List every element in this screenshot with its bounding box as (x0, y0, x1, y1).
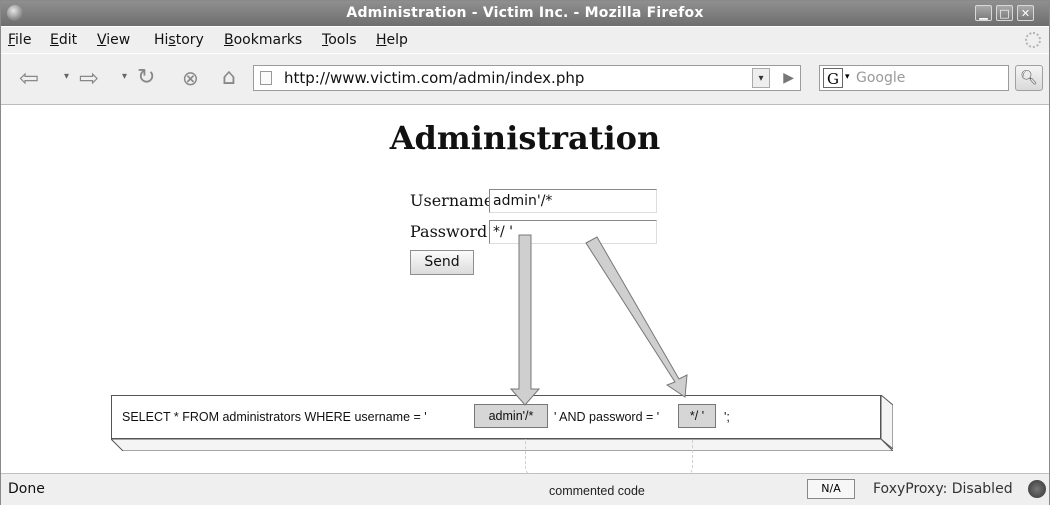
url-text: http://www.victim.com/admin/index.php (284, 69, 585, 87)
password-field[interactable]: */ ' (489, 220, 657, 244)
back-history-dropdown-icon[interactable]: ▾ (64, 71, 69, 82)
go-icon[interactable]: ▶ (783, 70, 794, 86)
browser-window: Administration - Victim Inc. - Mozilla F… (0, 0, 1050, 505)
menu-file[interactable]: File (8, 32, 31, 48)
na-indicator[interactable]: N/A (807, 479, 855, 499)
search-icon[interactable]: 🔍︎ (1015, 65, 1043, 91)
navigation-toolbar: ⇦ ▾ ⇨ ▾ ↻ ⊗ ⌂ http://www.victim.com/admi… (1, 54, 1049, 105)
menu-view[interactable]: View (97, 32, 130, 48)
commented-code-bracket (525, 439, 693, 477)
sql-suffix: '; (724, 410, 730, 424)
maximize-icon[interactable]: □ (996, 5, 1013, 21)
page-icon (260, 71, 272, 85)
page-title: Administration (389, 119, 661, 157)
sql-prefix: SELECT * FROM administrators WHERE usern… (122, 410, 427, 424)
foxyproxy-icon[interactable] (1028, 480, 1046, 498)
reload-icon[interactable]: ↻ (137, 66, 155, 90)
stop-icon[interactable]: ⊗ (182, 66, 199, 90)
username-field[interactable]: admin'/* (489, 189, 657, 213)
search-engine-icon[interactable]: G (823, 68, 843, 88)
menu-bar: File Edit View History Bookmarks Tools H… (1, 27, 1049, 53)
page-content: Administration Username admin'/* Passwor… (1, 105, 1049, 477)
username-label: Username (410, 191, 494, 210)
sql-middle: ' AND password = ' (554, 410, 660, 424)
minimize-icon[interactable]: ▁ (975, 5, 992, 21)
menu-edit[interactable]: Edit (50, 32, 77, 48)
close-icon[interactable]: ✕ (1017, 5, 1034, 21)
forward-history-dropdown-icon[interactable]: ▾ (122, 71, 127, 82)
search-placeholder: Google (856, 70, 906, 86)
throbber-icon (1025, 32, 1041, 48)
search-bar[interactable]: G ▾ Google (819, 65, 1009, 91)
username-chip: admin'/* (474, 404, 548, 428)
commented-code-label: commented code (549, 484, 645, 498)
window-title: Administration - Victim Inc. - Mozilla F… (346, 5, 704, 21)
forward-icon[interactable]: ⇨ (79, 66, 99, 90)
sql-query-box: SELECT * FROM administrators WHERE usern… (111, 395, 881, 439)
menu-tools[interactable]: Tools (322, 32, 357, 48)
foxyproxy-status[interactable]: FoxyProxy: Disabled (873, 481, 1013, 497)
menu-help[interactable]: Help (376, 32, 408, 48)
status-text: Done (8, 481, 45, 497)
password-chip: */ ' (678, 404, 716, 428)
home-icon[interactable]: ⌂ (222, 66, 236, 90)
menu-bookmarks[interactable]: Bookmarks (224, 32, 302, 48)
password-label: Password (410, 222, 488, 241)
back-icon[interactable]: ⇦ (19, 66, 39, 90)
url-bar[interactable]: http://www.victim.com/admin/index.php ▾ … (253, 65, 801, 91)
search-engine-dropdown-icon[interactable]: ▾ (845, 72, 850, 82)
url-history-dropdown-icon[interactable]: ▾ (752, 68, 770, 88)
title-bar: Administration - Victim Inc. - Mozilla F… (1, 1, 1049, 26)
sql-box-bottom (111, 439, 893, 451)
send-button[interactable]: Send (410, 250, 474, 275)
status-bar: Done commented code N/A FoxyProxy: Disab… (1, 473, 1049, 505)
menu-history[interactable]: History (154, 32, 204, 48)
